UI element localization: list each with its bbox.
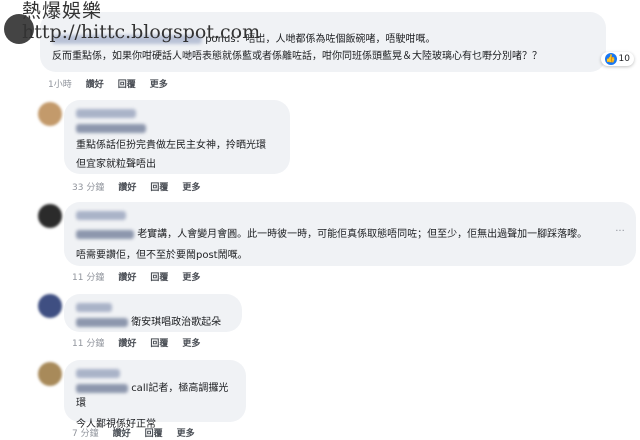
like-button[interactable]: 讚好: [118, 180, 136, 193]
blurred-mention: [76, 317, 128, 327]
like-button[interactable]: 讚好: [118, 336, 136, 349]
like-button[interactable]: 讚好: [86, 77, 104, 90]
blurred-name: [76, 368, 120, 378]
more-button[interactable]: 更多: [182, 336, 200, 349]
comment-bubble: 衛安琪唱政治歌起朵: [64, 294, 242, 332]
blurred-mention: [76, 383, 128, 393]
reaction-badge[interactable]: 👍 10: [600, 52, 634, 66]
ellipsis-icon[interactable]: ···: [614, 226, 626, 238]
comment-text: 但宜家就粒聲唔出: [76, 159, 156, 170]
comment-actions: 7 分鐘 讚好 回覆 更多: [72, 426, 195, 439]
more-button[interactable]: 更多: [182, 180, 200, 193]
comment-bubble: call記者，極高調攞光環 今人鄙視係好正常: [64, 360, 246, 430]
comment-actions: 11 分鐘 讚好 回覆 更多: [72, 336, 200, 349]
comment-actions: 11 分鐘 讚好 回覆 更多: [72, 270, 200, 283]
comment-time[interactable]: 1小時: [48, 77, 72, 90]
like-reaction-icon: 👍: [604, 53, 617, 65]
blurred-name: [76, 108, 136, 118]
blurred-mention: [76, 229, 134, 239]
reply-button[interactable]: 回覆: [118, 77, 136, 90]
comment-bubble: 重點係話佢扮完貴做左民主女神，拎晒光環 但宜家就粒聲唔出: [64, 100, 290, 174]
comment-text: 重點係話佢扮完貴做左民主女神，拎晒光環: [76, 140, 266, 151]
comment-time[interactable]: 11 分鐘: [72, 270, 104, 283]
more-button[interactable]: 更多: [182, 270, 200, 283]
blurred-name: [76, 210, 126, 220]
comment-time[interactable]: 7 分鐘: [72, 426, 99, 439]
reply-button[interactable]: 回覆: [150, 336, 168, 349]
more-button[interactable]: 更多: [150, 77, 168, 90]
comment-text: 唔需要讚佢，但不至於要鬧post鬧嘅。: [76, 250, 248, 261]
reply-button[interactable]: 回覆: [150, 270, 168, 283]
blurred-mention: [76, 123, 146, 133]
watermark-title: 熱爆娛樂: [22, 0, 103, 22]
reply-button[interactable]: 回覆: [150, 180, 168, 193]
comment-time[interactable]: 33 分鐘: [72, 180, 104, 193]
comment-time[interactable]: 11 分鐘: [72, 336, 104, 349]
watermark-url: http://hittc.blogspot.com: [22, 21, 261, 43]
watermark: 熱爆娛樂 http://hittc.blogspot.com: [22, 2, 260, 42]
like-button[interactable]: 讚好: [113, 426, 131, 439]
reply-button[interactable]: 回覆: [145, 426, 163, 439]
reaction-count: 10: [618, 54, 630, 64]
more-button[interactable]: 更多: [177, 426, 195, 439]
blurred-name: [76, 302, 112, 312]
avatar[interactable]: [38, 102, 62, 126]
avatar[interactable]: [38, 362, 62, 386]
avatar[interactable]: [38, 204, 62, 228]
comment-text: 老實講，人會變月會圓。此一時彼一時，可能佢真係取態唔同咗；但至少，佢無出過聲加一…: [137, 229, 588, 240]
comment-text: 衛安琪唱政治歌起朵: [131, 317, 222, 328]
comment-text: 反而重點係，如果你咁硬話人哋唔表態就係藍或者係離咗話，咁你同班係頭藍晃＆大陸玻璃…: [52, 51, 542, 62]
comment-actions: 33 分鐘 讚好 回覆 更多: [72, 180, 200, 193]
avatar[interactable]: [38, 294, 62, 318]
comment-actions: 1小時 讚好 回覆 更多: [48, 77, 168, 90]
comment-bubble: 老實講，人會變月會圓。此一時彼一時，可能佢真係取態唔同咗；但至少，佢無出過聲加一…: [64, 202, 636, 266]
like-button[interactable]: 讚好: [118, 270, 136, 283]
